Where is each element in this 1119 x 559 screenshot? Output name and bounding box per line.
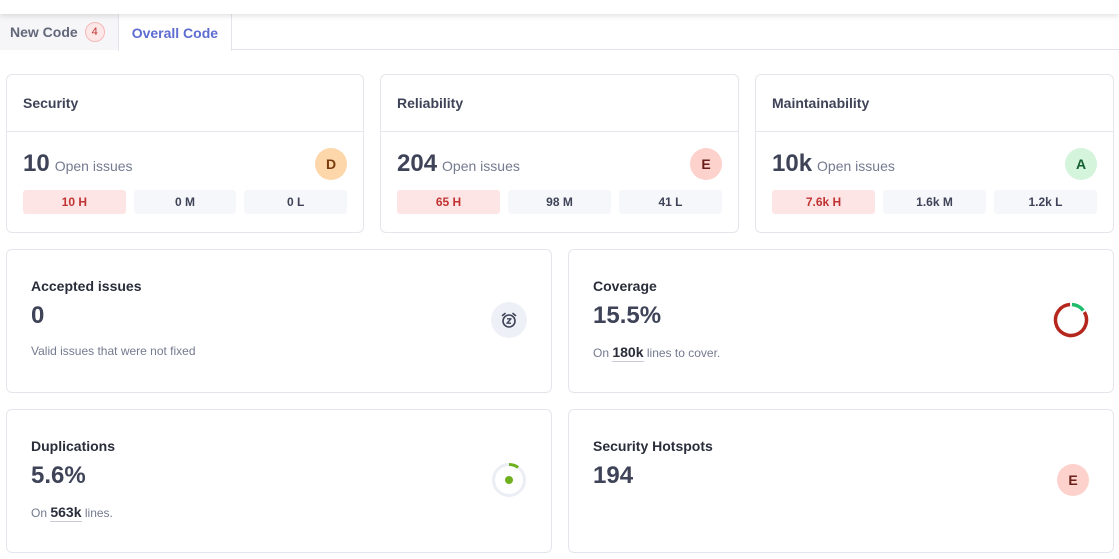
card-title: Reliability — [381, 75, 738, 132]
note-prefix: On — [31, 506, 48, 520]
card-title: Security — [7, 75, 363, 132]
high-severity-pill[interactable]: 7.6k H — [772, 190, 875, 214]
reliability-card: Reliability 204 Open issues E 65 H 98 M … — [380, 74, 739, 233]
lines-link[interactable]: 563k — [50, 504, 82, 522]
open-issues-count[interactable]: 10k — [772, 150, 812, 178]
duplications-gauge-icon — [491, 462, 527, 498]
card-title: Security Hotspots — [593, 438, 713, 454]
card-title: Coverage — [593, 278, 657, 294]
tab-overall-code[interactable]: Overall Code — [117, 14, 233, 51]
card-title: Accepted issues — [31, 278, 142, 294]
open-issues-count[interactable]: 10 — [23, 150, 50, 178]
note-suffix: lines. — [84, 506, 113, 520]
security-hotspots-value[interactable]: 194 — [593, 462, 1089, 490]
duplications-card: Duplications 5.6% On 563k lines. — [6, 409, 552, 553]
note-suffix: lines to cover. — [646, 346, 721, 360]
open-issues-label: Open issues — [817, 158, 895, 174]
low-severity-pill[interactable]: 0 L — [244, 190, 348, 214]
coverage-value[interactable]: 15.5% — [593, 302, 1089, 330]
accepted-issues-card: Accepted issues 0 Valid issues that were… — [6, 249, 552, 393]
low-severity-pill[interactable]: 41 L — [619, 190, 722, 214]
new-code-count-badge: 4 — [84, 22, 105, 42]
gauge-center-dot — [505, 476, 513, 484]
code-tabs: New Code 4 Overall Code — [0, 14, 1119, 51]
high-severity-pill[interactable]: 65 H — [397, 190, 500, 214]
lines-to-cover-link[interactable]: 180k — [612, 344, 644, 362]
tab-label: New Code — [10, 24, 78, 40]
duplications-note: On 563k lines. — [31, 504, 527, 522]
open-issues-label: Open issues — [54, 158, 133, 174]
medium-severity-pill[interactable]: 0 M — [133, 190, 237, 214]
security-rating-badge[interactable]: D — [315, 148, 347, 180]
reliability-rating-badge[interactable]: E — [690, 148, 722, 180]
tab-label: Overall Code — [131, 24, 219, 41]
security-hotspots-card: Security Hotspots 194 E — [568, 409, 1114, 553]
accepted-issues-value[interactable]: 0 — [31, 302, 527, 330]
card-title: Duplications — [31, 438, 116, 454]
coverage-donut-icon — [1053, 302, 1089, 338]
security-card: Security 10 Open issues D 10 H 0 M 0 L — [6, 74, 364, 233]
high-severity-pill[interactable]: 10 H — [23, 190, 126, 214]
medium-severity-pill[interactable]: 98 M — [508, 190, 611, 214]
top-bar — [0, 0, 1119, 14]
coverage-card: Coverage 15.5% On 180k lines to cover. — [568, 249, 1114, 393]
maintainability-rating-badge[interactable]: A — [1065, 148, 1097, 180]
accepted-issues-note: Valid issues that were not fixed — [31, 344, 196, 358]
maintainability-card: Maintainability 10k Open issues A 7.6k H… — [755, 74, 1114, 233]
medium-severity-pill[interactable]: 1.6k M — [883, 190, 986, 214]
open-issues-count[interactable]: 204 — [397, 150, 437, 178]
coverage-note: On 180k lines to cover. — [593, 344, 1089, 362]
covered-arc — [1071, 302, 1085, 312]
alarm-snooze-icon — [491, 302, 527, 338]
low-severity-pill[interactable]: 1.2k L — [994, 190, 1097, 214]
duplication-arc — [508, 463, 519, 469]
note-prefix: On — [593, 346, 610, 360]
open-issues-label: Open issues — [442, 158, 520, 174]
tab-new-code[interactable]: New Code 4 — [0, 14, 118, 50]
security-review-rating-badge[interactable]: E — [1057, 464, 1089, 496]
duplications-value[interactable]: 5.6% — [31, 462, 527, 490]
card-title: Maintainability — [756, 75, 1113, 132]
